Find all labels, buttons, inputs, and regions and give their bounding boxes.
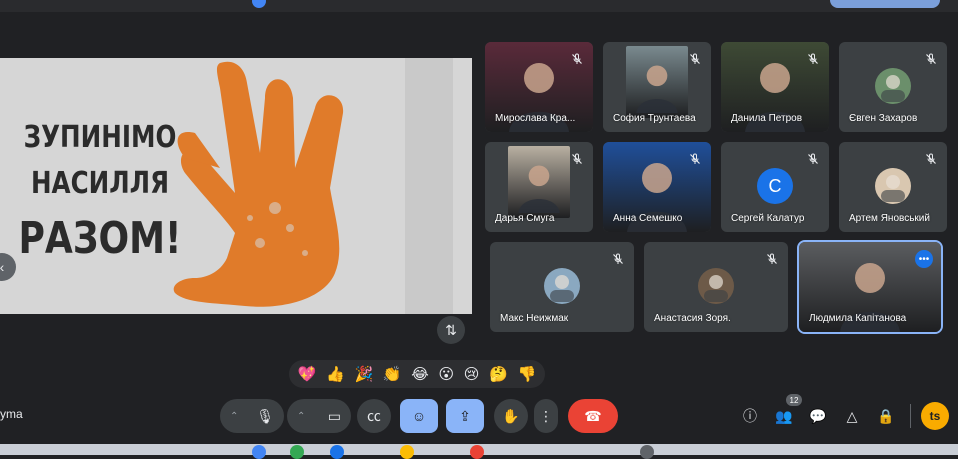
- smiley-icon: ☺: [411, 408, 427, 424]
- phone-hangup-icon: ☎: [584, 407, 602, 424]
- taskbar-app-icon[interactable]: [640, 445, 654, 459]
- mic-off-icon: [925, 152, 937, 164]
- participant-name: Анастасия Зоря.: [654, 313, 731, 324]
- reactions-bar: 💖 👍 🎉 👏 😂 😮 😢 🤔 👎: [289, 360, 545, 388]
- participant-name: Євген Захаров: [849, 113, 918, 124]
- participant-name: Людмила Капітанова: [809, 313, 907, 324]
- reaction-party[interactable]: 🎉: [355, 365, 374, 383]
- orange-hand-print-icon: [173, 61, 344, 307]
- activities-button[interactable]: △: [838, 399, 866, 433]
- mic-off-icon: [807, 52, 819, 64]
- chevron-up-icon[interactable]: ⌃: [297, 411, 305, 422]
- present-screen-icon: ⇪: [459, 407, 471, 424]
- reaction-laugh[interactable]: 😂: [411, 365, 429, 383]
- chat-icon: 💬: [809, 407, 827, 424]
- emoji-button[interactable]: ☺: [400, 399, 438, 433]
- participant-tile[interactable]: Данила Петров: [721, 42, 829, 132]
- reaction-thinking[interactable]: 🤔: [489, 365, 508, 383]
- taskbar-app-icon[interactable]: [470, 445, 484, 459]
- participant-name: Артем Яновський: [849, 213, 930, 224]
- meeting-info-button[interactable]: ⓘ: [736, 399, 764, 433]
- os-taskbar: [0, 444, 958, 459]
- participant-tile[interactable]: Макс Неижмак: [490, 242, 634, 332]
- participant-avatar: С: [757, 168, 793, 204]
- more-options-button[interactable]: ⋮: [534, 399, 558, 433]
- account-indicator-icon: [252, 0, 266, 8]
- participant-name: Мирослава Кра...: [495, 113, 576, 124]
- taskbar-app-icon[interactable]: [290, 445, 304, 459]
- taskbar-app-icon[interactable]: [330, 445, 344, 459]
- taskbar-app-icon[interactable]: [252, 445, 266, 459]
- hand-icon: ✋: [502, 407, 520, 424]
- mic-off-icon: [689, 152, 701, 164]
- self-avatar[interactable]: ts: [921, 402, 949, 430]
- participant-tile[interactable]: Дарья Смуга: [485, 142, 593, 232]
- mic-off-icon: [571, 152, 583, 164]
- reaction-clap[interactable]: 👏: [383, 365, 402, 383]
- mic-off-icon: [689, 52, 701, 64]
- captions-button[interactable]: ㏄: [357, 399, 391, 433]
- mic-off-icon: [925, 52, 937, 64]
- mic-icon: 🎙: [256, 407, 274, 424]
- raise-hand-button[interactable]: ✋: [494, 399, 528, 433]
- participant-avatar: [875, 68, 911, 104]
- meeting-name: yma: [0, 407, 23, 421]
- participant-name: София Трунтаева: [613, 113, 696, 124]
- participant-avatar: [698, 268, 734, 304]
- participant-name: Анна Семешко: [613, 213, 683, 224]
- participant-tile[interactable]: С Сергей Калатур: [721, 142, 829, 232]
- more-vert-icon: ⋮: [539, 407, 553, 424]
- participant-avatar: [875, 168, 911, 204]
- people-count-badge: 12: [786, 394, 802, 406]
- more-options-icon[interactable]: •••: [915, 250, 933, 268]
- presentation-slide: ЗУПИНІМО НАСИЛЛЯ РАЗОМ!: [0, 58, 472, 314]
- participant-video: [626, 46, 688, 118]
- taskbar-app-icon[interactable]: [400, 445, 414, 459]
- mic-control[interactable]: ⌃ 🎙: [220, 399, 284, 433]
- participant-tile[interactable]: София Трунтаева: [603, 42, 711, 132]
- slide-text-line-2: НАСИЛЛЯ: [30, 166, 170, 201]
- participant-video: [508, 146, 570, 218]
- chat-button[interactable]: 💬: [804, 399, 832, 433]
- chevron-up-icon[interactable]: ⌃: [230, 411, 238, 422]
- lock-person-icon: 🔒: [877, 407, 895, 424]
- participant-tile[interactable]: Анна Семешко: [603, 142, 711, 232]
- present-button[interactable]: ⇪: [446, 399, 484, 433]
- participant-tile[interactable]: ••• Людмила Капітанова: [797, 240, 943, 334]
- participant-name: Сергей Калатур: [731, 213, 805, 224]
- reaction-thumbs-down[interactable]: 👎: [517, 365, 536, 383]
- mic-off-icon: [807, 152, 819, 164]
- slide-text-line-1: ЗУПИНІМО: [23, 120, 177, 155]
- shapes-icon: △: [846, 407, 858, 424]
- top-bar: [0, 0, 958, 12]
- participant-tile[interactable]: Артем Яновський: [839, 142, 947, 232]
- camera-control[interactable]: ⌃ ▭: [287, 399, 351, 433]
- participant-name: Дарья Смуга: [495, 213, 555, 224]
- participant-avatar: [544, 268, 580, 304]
- mic-off-icon: [766, 252, 778, 264]
- participant-tile[interactable]: Анастасия Зоря.: [644, 242, 788, 332]
- toolbar-divider: [910, 404, 911, 428]
- info-icon: ⓘ: [743, 408, 757, 424]
- reaction-sad[interactable]: 😢: [464, 365, 480, 383]
- mic-off-icon: [571, 52, 583, 64]
- camera-icon: ▭: [327, 407, 341, 424]
- slide-text-line-3: РАЗОМ!: [18, 213, 182, 264]
- captions-icon: ㏄: [367, 408, 381, 424]
- reaction-heart[interactable]: 💖: [298, 365, 317, 383]
- slide-side-strip: [405, 58, 453, 314]
- reaction-surprised[interactable]: 😮: [438, 365, 454, 383]
- mic-off-icon: [612, 252, 624, 264]
- participant-name: Данила Петров: [731, 113, 803, 124]
- swap-layout-button[interactable]: ⇅: [437, 316, 465, 344]
- participant-tile[interactable]: Мирослава Кра...: [485, 42, 593, 132]
- people-icon: 👥: [775, 407, 793, 424]
- reaction-thumbs-up[interactable]: 👍: [326, 365, 345, 383]
- end-call-button[interactable]: ☎: [568, 399, 618, 433]
- top-action-button[interactable]: [830, 0, 940, 8]
- host-controls-button[interactable]: 🔒: [872, 399, 900, 433]
- participant-tile[interactable]: Євген Захаров: [839, 42, 947, 132]
- participant-name: Макс Неижмак: [500, 313, 569, 324]
